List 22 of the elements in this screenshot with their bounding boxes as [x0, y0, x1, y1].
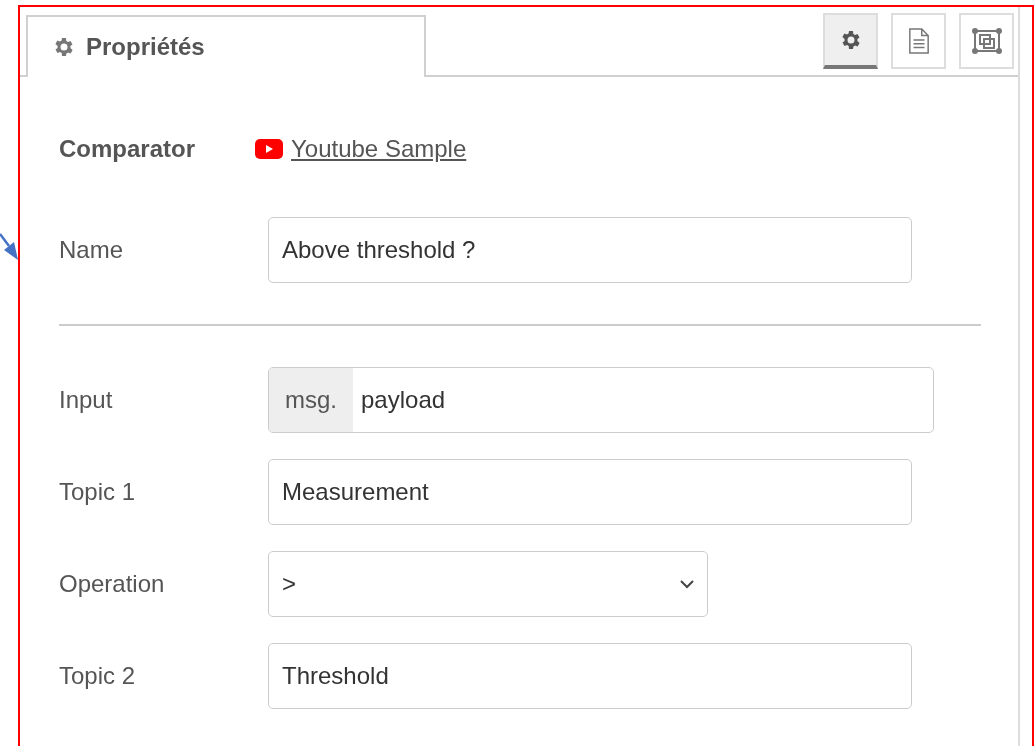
sample-link[interactable]: Youtube Sample: [291, 131, 467, 167]
settings-button[interactable]: [823, 13, 878, 69]
typed-input-field[interactable]: msg. payload: [268, 367, 934, 433]
text-field[interactable]: Threshold: [268, 643, 912, 709]
document-icon: [907, 28, 930, 54]
video-icon: [255, 139, 283, 159]
tab[interactable]: Propriétés: [26, 15, 426, 77]
field-label: Name: [59, 235, 125, 265]
frame-icon: [970, 27, 1003, 55]
field-label: Topic 2: [59, 661, 137, 691]
field-label: Topic 1: [59, 477, 137, 507]
chevron-down-icon: [680, 579, 694, 589]
layout-button[interactable]: [959, 13, 1014, 69]
node-type-label: Comparator: [59, 134, 197, 164]
text-field[interactable]: Measurement: [268, 459, 912, 525]
field-label: Operation: [59, 569, 166, 599]
type-prefix[interactable]: msg.: [269, 368, 353, 432]
field-label: Input: [59, 385, 114, 415]
name-field[interactable]: Above threshold ?: [268, 217, 912, 283]
field-value: payload: [360, 385, 446, 415]
info-button[interactable]: [891, 13, 946, 69]
operation-select[interactable]: >: [268, 551, 708, 617]
